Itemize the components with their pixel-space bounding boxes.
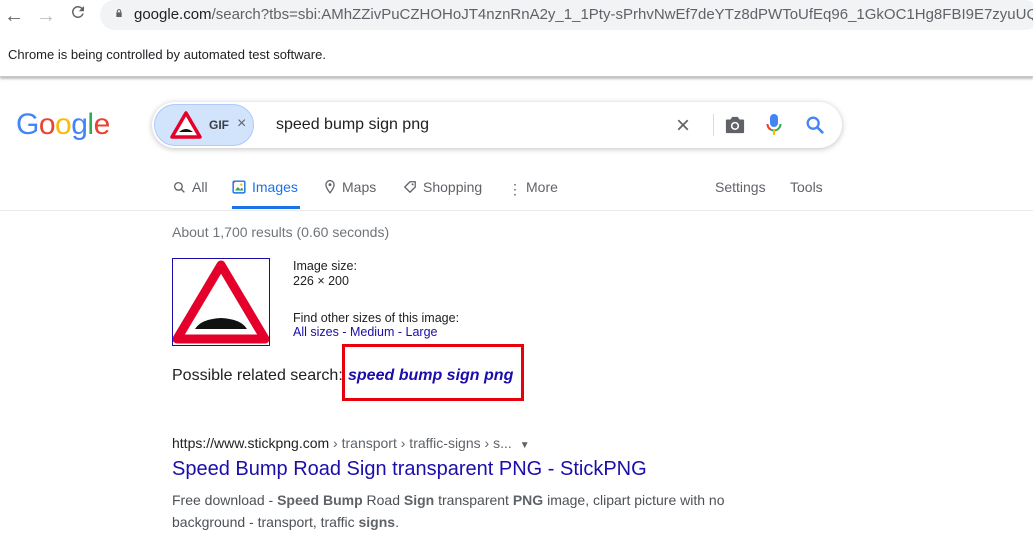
highlight-box [342, 344, 524, 401]
logo-letter: G [16, 108, 39, 141]
caret-down-icon[interactable]: ▼ [520, 440, 530, 451]
search-input[interactable]: speed bump sign png [276, 116, 429, 134]
speed-bump-sign-image [172, 260, 270, 344]
snippet-keyword: signs [358, 514, 396, 530]
tab-images[interactable]: Images [232, 179, 298, 195]
image-size-label: Image size: [293, 259, 357, 273]
tab-images-label: Images [252, 179, 298, 195]
more-vert-icon: ⋮ [508, 181, 522, 197]
tab-tools[interactable]: Tools [790, 179, 823, 195]
tab-maps-label: Maps [342, 179, 377, 195]
tab-settings-label: Settings [715, 179, 766, 195]
snippet-text: transparent [434, 492, 513, 508]
automation-infobar: Chrome is being controlled by automated … [0, 32, 1033, 77]
tab-all[interactable]: All [173, 179, 208, 195]
google-logo[interactable]: Google [16, 108, 110, 142]
lock-icon [116, 9, 122, 17]
tab-shopping[interactable]: Shopping [403, 179, 482, 195]
result-url-path: › transport › traffic-signs › s... [329, 435, 512, 451]
tab-more-label: More [526, 179, 558, 195]
medium-size-link[interactable]: Medium [350, 325, 394, 339]
speed-bump-sign-thumbnail [170, 111, 202, 139]
logo-letter: o [38, 108, 56, 141]
tag-icon [404, 181, 416, 193]
search-box[interactable]: GIF × speed bump sign png × [152, 102, 842, 148]
address-bar[interactable]: google.com/search?tbs=sbi:AMhZZivPuCZHOH… [100, 0, 1033, 30]
result-title-link[interactable]: Speed Bump Road Sign transparent PNG - S… [172, 458, 647, 481]
other-sizes-links: All sizes - Medium - Large [293, 325, 438, 339]
image-query-chip[interactable]: GIF × [154, 104, 254, 146]
query-image-thumbnail[interactable] [172, 258, 270, 346]
size-separator: - [394, 325, 406, 339]
active-tab-indicator [232, 206, 300, 209]
tab-all-label: All [192, 179, 208, 195]
search-icon [173, 181, 185, 193]
tab-maps[interactable]: Maps [324, 179, 376, 195]
search-icon[interactable] [804, 114, 826, 136]
logo-letter: e [93, 108, 111, 141]
all-sizes-link[interactable]: All sizes [293, 325, 339, 339]
tab-shopping-label: Shopping [423, 179, 483, 195]
result-url[interactable]: https://www.stickpng.com › transport › t… [172, 435, 530, 451]
snippet-text: Road [362, 492, 404, 508]
image-icon [232, 180, 246, 194]
forward-arrow-icon[interactable]: → [34, 4, 58, 28]
browser-toolbar: ← → google.com/search?tbs=sbi:AMhZZivPuC… [0, 0, 1033, 32]
snippet-keyword: Sign [403, 492, 435, 508]
snippet-text: . [395, 514, 399, 530]
large-size-link[interactable]: Large [406, 325, 438, 339]
microphone-icon[interactable] [766, 113, 782, 137]
result-url-host: https://www.stickpng.com [172, 435, 330, 451]
chip-gif-label: GIF [209, 118, 229, 132]
logo-letter: g [71, 108, 88, 141]
chip-close-icon[interactable]: × [237, 115, 246, 133]
image-size-value: 226 × 200 [293, 274, 349, 288]
back-arrow-icon[interactable]: ← [2, 4, 26, 28]
tab-tools-label: Tools [790, 179, 823, 195]
other-sizes-label: Find other sizes of this image: [293, 311, 460, 325]
url-text: google.com/search?tbs=sbi:AMhZZivPuCZHOH… [134, 6, 1033, 23]
reload-icon[interactable] [66, 3, 90, 27]
clear-icon[interactable]: × [676, 112, 690, 140]
infobar-text: Chrome is being controlled by automated … [8, 47, 326, 62]
logo-letter: o [55, 108, 72, 141]
tab-more[interactable]: ⋮ More [508, 179, 558, 198]
related-search-label: Possible related search: [172, 367, 343, 384]
snippet-keyword: Speed Bump [277, 492, 363, 508]
search-divider [713, 114, 714, 136]
snippet-text: Free download - [172, 492, 278, 508]
snippet-keyword: PNG [512, 492, 544, 508]
result-stats: About 1,700 results (0.60 seconds) [172, 224, 390, 240]
result-snippet: Free download - Speed Bump Road Sign tra… [172, 489, 732, 533]
size-separator: - [338, 325, 350, 339]
search-tabs: All Images Maps Shopping ⋮ More Settings … [0, 174, 1033, 211]
map-pin-icon [325, 180, 335, 194]
tab-settings[interactable]: Settings [715, 179, 766, 195]
camera-icon[interactable] [724, 115, 746, 135]
